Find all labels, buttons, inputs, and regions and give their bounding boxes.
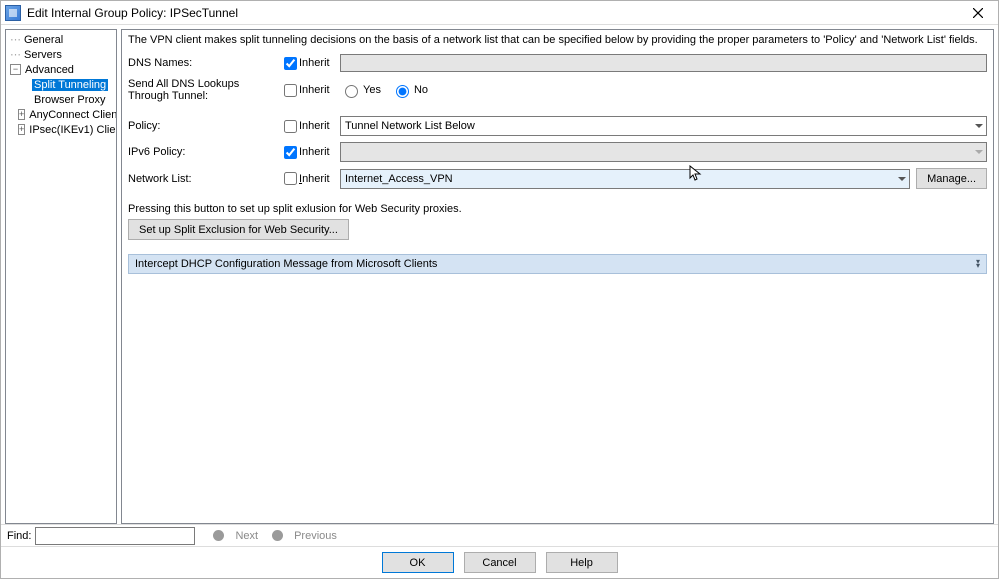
- policy-dropdown[interactable]: Tunnel Network List Below: [340, 116, 987, 136]
- nav-tree: ⋯General ⋯Servers −Advanced Split Tunnel…: [5, 29, 117, 524]
- inherit-checkbox[interactable]: [284, 146, 297, 159]
- radio-no[interactable]: No: [391, 82, 428, 98]
- expand-icon[interactable]: +: [18, 109, 25, 120]
- tree-label: Servers: [22, 49, 64, 61]
- tree-label: Split Tunneling: [32, 79, 108, 91]
- close-button[interactable]: [958, 1, 998, 25]
- window-root: Edit Internal Group Policy: IPSecTunnel …: [0, 0, 999, 579]
- find-next-button[interactable]: Next: [235, 530, 258, 542]
- ipv6-policy-dropdown[interactable]: [340, 142, 987, 162]
- inherit-dns-names: Inherit: [284, 57, 334, 70]
- app-icon: [5, 5, 21, 21]
- double-chevron-down-icon: ▾▾: [976, 260, 980, 268]
- chevron-down-icon: [898, 177, 906, 181]
- inherit-network-list: Inherit: [284, 172, 334, 185]
- radio-no-input[interactable]: [396, 85, 409, 98]
- titlebar: Edit Internal Group Policy: IPSecTunnel: [1, 1, 998, 25]
- main-pane: The VPN client makes split tunneling dec…: [121, 29, 994, 524]
- inherit-label: Inherit: [299, 173, 330, 185]
- help-button[interactable]: Help: [546, 552, 618, 573]
- inherit-label: Inherit: [299, 120, 330, 132]
- collapse-icon[interactable]: −: [10, 64, 21, 75]
- previous-icon: [272, 530, 283, 541]
- inherit-checkbox[interactable]: [284, 84, 297, 97]
- cancel-button[interactable]: Cancel: [464, 552, 536, 573]
- tree-label: AnyConnect Client: [27, 109, 117, 121]
- intercept-dhcp-section[interactable]: Intercept DHCP Configuration Message fro…: [128, 254, 987, 274]
- next-icon: [213, 530, 224, 541]
- tree-label: IPsec(IKEv1) Client: [27, 124, 117, 136]
- radio-label: No: [414, 84, 428, 96]
- row-send-dns: Send All DNS Lookups Through Tunnel: Inh…: [128, 78, 987, 102]
- row-policy: Policy: Inherit Tunnel Network List Belo…: [128, 116, 987, 136]
- tree-item-general[interactable]: ⋯General: [6, 32, 116, 47]
- section-title: Intercept DHCP Configuration Message fro…: [135, 258, 437, 270]
- dialog-button-bar: OK Cancel Help: [1, 546, 998, 578]
- send-dns-radio-group: Yes No: [340, 82, 428, 98]
- network-list-dropdown[interactable]: Internet_Access_VPN: [340, 169, 910, 189]
- dns-names-input[interactable]: [340, 54, 987, 72]
- window-title: Edit Internal Group Policy: IPSecTunnel: [27, 6, 958, 20]
- label-network-list: Network List:: [128, 173, 278, 185]
- ok-button[interactable]: OK: [382, 552, 454, 573]
- radio-yes-input[interactable]: [345, 85, 358, 98]
- inherit-checkbox[interactable]: [284, 57, 297, 70]
- tree-label: Browser Proxy: [32, 94, 108, 106]
- find-label: Find:: [7, 530, 31, 542]
- set-up-split-exclusion-button[interactable]: Set up Split Exclusion for Web Security.…: [128, 219, 349, 240]
- inherit-label: Inherit: [299, 57, 330, 69]
- radio-label: Yes: [363, 84, 381, 96]
- expand-icon[interactable]: +: [18, 124, 25, 135]
- tree-item-ipsec[interactable]: +IPsec(IKEv1) Client: [6, 122, 116, 137]
- dropdown-value: Internet_Access_VPN: [345, 173, 453, 185]
- row-dns-names: DNS Names: Inherit: [128, 54, 987, 72]
- label-ipv6-policy: IPv6 Policy:: [128, 146, 278, 158]
- tree-label: General: [22, 34, 65, 46]
- inherit-policy: Inherit: [284, 120, 334, 133]
- tree-item-split-tunneling[interactable]: Split Tunneling: [6, 77, 116, 92]
- inherit-checkbox[interactable]: [284, 172, 297, 185]
- row-network-list: Network List: Inherit Internet_Access_VP…: [128, 168, 987, 189]
- inherit-ipv6: Inherit: [284, 146, 334, 159]
- description-text: The VPN client makes split tunneling dec…: [128, 34, 987, 46]
- inherit-send-dns: Inherit: [284, 84, 334, 97]
- inherit-label: Inherit: [299, 146, 330, 158]
- tree-item-advanced[interactable]: −Advanced: [6, 62, 116, 77]
- tree-item-browser-proxy[interactable]: Browser Proxy: [6, 92, 116, 107]
- inherit-checkbox[interactable]: [284, 120, 297, 133]
- find-input[interactable]: [35, 527, 195, 545]
- chevron-down-icon: [975, 150, 983, 154]
- row-ipv6-policy: IPv6 Policy: Inherit: [128, 142, 987, 162]
- manage-button[interactable]: Manage...: [916, 168, 987, 189]
- chevron-down-icon: [975, 124, 983, 128]
- dropdown-value: Tunnel Network List Below: [345, 120, 475, 132]
- web-security-note: Pressing this button to set up split exl…: [128, 203, 987, 215]
- body: ⋯General ⋯Servers −Advanced Split Tunnel…: [1, 25, 998, 524]
- tree-item-anyconnect[interactable]: +AnyConnect Client: [6, 107, 116, 122]
- label-policy: Policy:: [128, 120, 278, 132]
- find-bar: Find: Next Previous: [1, 524, 998, 546]
- inherit-label: Inherit: [299, 84, 330, 96]
- label-dns-names: DNS Names:: [128, 57, 278, 69]
- tree-item-servers[interactable]: ⋯Servers: [6, 47, 116, 62]
- close-icon: [973, 8, 983, 18]
- find-previous-button[interactable]: Previous: [294, 530, 337, 542]
- radio-yes[interactable]: Yes: [340, 82, 381, 98]
- label-send-dns: Send All DNS Lookups Through Tunnel:: [128, 78, 278, 102]
- tree-label: Advanced: [23, 64, 76, 76]
